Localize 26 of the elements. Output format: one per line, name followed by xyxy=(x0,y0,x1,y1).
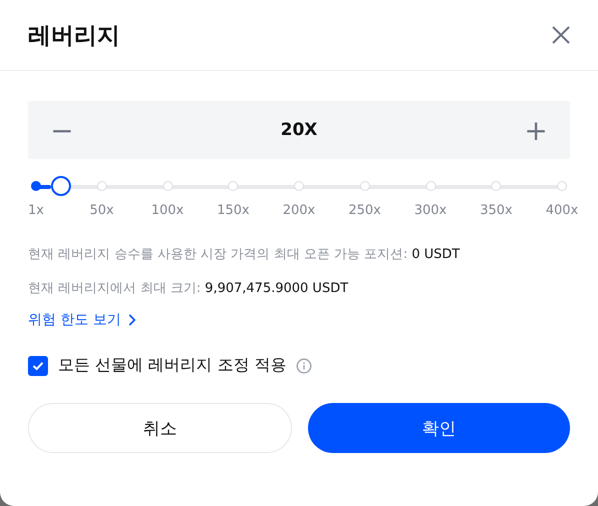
slider-tick-label: 50x xyxy=(90,203,114,218)
leverage-value: 20X xyxy=(280,120,318,140)
slider-tick-label: 400x xyxy=(546,203,578,218)
plus-button[interactable]: + xyxy=(516,114,556,146)
close-icon[interactable] xyxy=(551,25,571,45)
slider-tick-label: 1x xyxy=(28,203,44,218)
slider-tick-label: 150x xyxy=(217,203,250,218)
slider-thumb[interactable] xyxy=(51,176,72,196)
leverage-stepper[interactable]: − 20X + xyxy=(28,101,570,159)
slider-tick-label: 250x xyxy=(348,203,381,218)
slider-tick-label: 300x xyxy=(414,203,447,218)
info-text: 현재 레버리지에서 최대 크기: 9,907,475.9000 USDT xyxy=(28,280,350,297)
risk-limit-link[interactable]: 위험 한도 보기 xyxy=(28,311,121,329)
checkbox-label: 모든 선물에 레버리지 조정 적용 xyxy=(58,355,286,376)
checkbox[interactable] xyxy=(28,356,48,376)
info-text: 현재 레버리지 승수를 사용한 시장 가격의 최대 오픈 가능 포지션: 0 USDT xyxy=(28,246,461,263)
chevron-right-icon[interactable] xyxy=(128,314,136,326)
slider-tick-label: 100x xyxy=(151,203,184,218)
slider-step-dot[interactable] xyxy=(31,181,41,191)
confirm-button[interactable]: 확인 xyxy=(308,403,570,453)
minus-button[interactable]: − xyxy=(42,114,82,146)
info-icon[interactable] xyxy=(296,358,312,374)
cancel-button[interactable]: 취소 xyxy=(28,403,292,453)
slider-tick-label: 200x xyxy=(282,203,316,218)
dialog-title: 레버리지 xyxy=(28,22,120,50)
slider-tick-label: 350x xyxy=(480,203,512,218)
